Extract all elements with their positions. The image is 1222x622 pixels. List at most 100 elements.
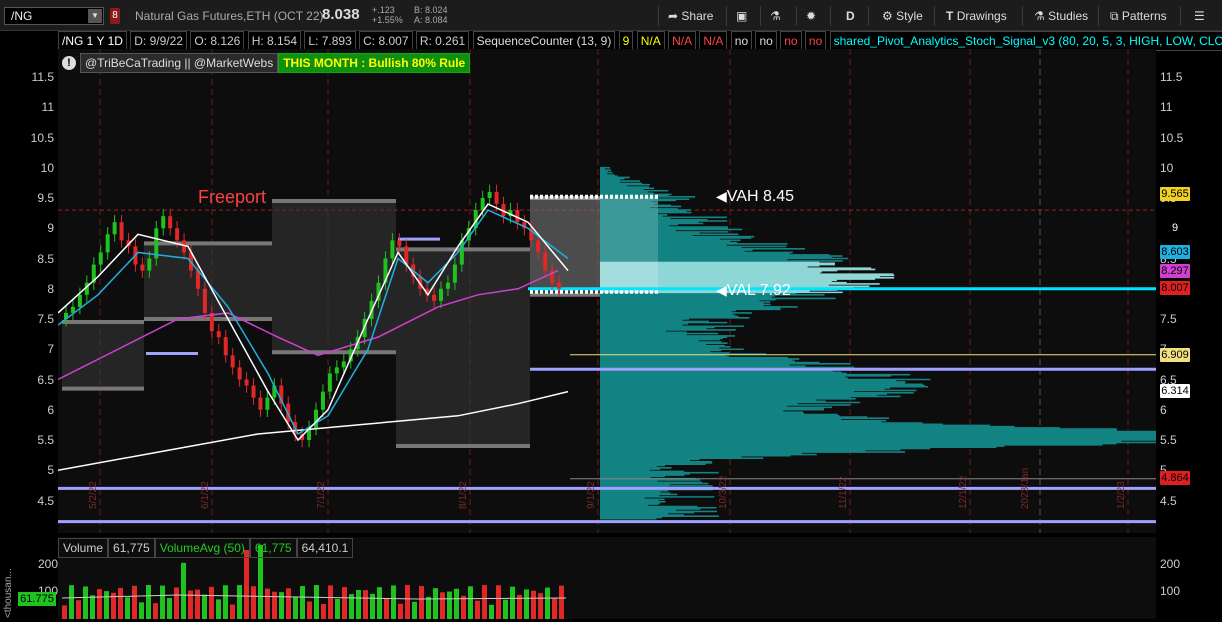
price-tag: 6.909 bbox=[1160, 348, 1190, 362]
high-value: H: 8.154 bbox=[248, 31, 301, 51]
vol-axis-200: 200 bbox=[1160, 557, 1180, 571]
close-value: C: 8.007 bbox=[359, 31, 412, 51]
link-icon[interactable]: 8 bbox=[110, 8, 120, 24]
volume-bar bbox=[426, 597, 431, 619]
date-label: 11/1/22 bbox=[838, 476, 849, 509]
volume-bar bbox=[482, 585, 487, 619]
sc-value-0: 9 bbox=[619, 31, 634, 51]
price-chart-area[interactable]: 5/2/22 6/1/22 7/1/22 8/1/22 9/1/22 10/3/22 11/… bbox=[58, 49, 1156, 533]
date-label: 6/1/22 bbox=[200, 481, 211, 509]
volume-bar bbox=[272, 592, 277, 619]
volume-bar bbox=[510, 587, 515, 619]
share-button[interactable]: ➦ Share bbox=[662, 4, 719, 28]
watermark: ! @TriBeCaTrading || @MarketWebs THIS MONT… bbox=[62, 53, 470, 71]
price-axis-left-tick: 7.5 bbox=[37, 312, 54, 326]
price-axis-left-tick: 11.5 bbox=[32, 70, 54, 84]
volume-bar bbox=[440, 592, 445, 619]
candle-body bbox=[481, 198, 485, 210]
candle-body bbox=[536, 240, 540, 252]
patterns-button[interactable]: ⧉ Patterns bbox=[1104, 4, 1173, 28]
style-button[interactable]: ⚙ Style bbox=[876, 4, 929, 28]
candle-body bbox=[328, 373, 332, 391]
freeport-annotation: Freeport bbox=[198, 187, 266, 208]
candle-body bbox=[161, 216, 165, 228]
volume-bar bbox=[328, 585, 333, 619]
drawings-icon: T bbox=[946, 9, 953, 23]
volume-bar bbox=[132, 586, 137, 619]
volume-bar bbox=[216, 599, 221, 619]
candle-body bbox=[335, 367, 339, 373]
price-axis-left: 11.5 11 10.5 10 9.5 9 8.5 8 7.5 7 6.5 6 5.5 5 4.5 bbox=[0, 49, 58, 533]
date-label: 5/2/22 bbox=[88, 481, 99, 509]
volume-bar bbox=[496, 585, 501, 619]
study-sequence-counter[interactable]: SequenceCounter (13, 9) bbox=[473, 31, 616, 51]
info-bar: /NG 1 Y 1D D: 9/9/22 O: 8.126 H: 8.154 L… bbox=[58, 31, 1222, 49]
month-range-box bbox=[272, 201, 396, 352]
price-axis-left-tick: 5 bbox=[47, 463, 54, 477]
price-axis-left-tick: 11 bbox=[42, 100, 54, 114]
candle-body bbox=[390, 240, 394, 258]
save-button[interactable]: ▣ bbox=[730, 4, 753, 28]
price-axis-tick: 11 bbox=[1160, 100, 1172, 114]
candle-body bbox=[245, 380, 249, 386]
price-axis-right[interactable]: 11.51110.5109.598.587.576.565.554.59.565… bbox=[1156, 49, 1222, 533]
drawings-button[interactable]: T Drawings bbox=[940, 4, 1013, 28]
candle-body bbox=[488, 192, 492, 198]
candle-body bbox=[439, 289, 443, 301]
volume-bar bbox=[202, 595, 207, 619]
date-value: D: 9/9/22 bbox=[130, 31, 187, 51]
volume-bar bbox=[531, 591, 536, 619]
flask-button[interactable]: ⚗ bbox=[764, 4, 787, 28]
alert-icon: ! bbox=[62, 56, 76, 70]
volume-bar bbox=[300, 586, 305, 619]
volume-bar bbox=[384, 599, 389, 619]
price-axis-left-tick: 6.5 bbox=[37, 373, 54, 387]
volume-bar bbox=[139, 602, 144, 619]
candle-body bbox=[147, 259, 151, 271]
price-axis-left-tick: 9 bbox=[47, 221, 54, 235]
volume-bar bbox=[398, 604, 403, 619]
date-label: 1/2/23 bbox=[1116, 481, 1127, 509]
flask-icon: ⚗ bbox=[770, 9, 781, 23]
study-pivot-analytics[interactable]: shared_Pivot_Analytics_Stoch_Signal_v3 (… bbox=[830, 31, 1222, 51]
volume-bar bbox=[545, 588, 550, 619]
menu-button[interactable]: ☰ bbox=[1188, 4, 1211, 28]
volume-bar bbox=[62, 605, 67, 619]
volume-bar bbox=[83, 587, 88, 619]
volume-bar bbox=[489, 605, 494, 619]
val-annotation: ◀VAL 7.92 bbox=[716, 282, 791, 300]
volume-bar bbox=[97, 589, 102, 619]
candle-body bbox=[252, 386, 256, 398]
volume-tag: 61.775 bbox=[18, 592, 56, 606]
candle-body bbox=[99, 252, 103, 264]
price-axis-tick: 11.5 bbox=[1160, 70, 1182, 84]
symbol-input[interactable]: /NG ▼ bbox=[4, 7, 104, 25]
volume-bar bbox=[314, 585, 319, 619]
gear-icon: ✹ bbox=[806, 9, 816, 23]
period-button[interactable]: D bbox=[840, 4, 861, 28]
volume-bar bbox=[454, 589, 459, 619]
volume-bar bbox=[251, 586, 256, 619]
candle-body bbox=[224, 337, 228, 355]
vol-axis-100: 100 bbox=[1160, 584, 1180, 598]
range-value: R: 0.261 bbox=[416, 31, 469, 51]
candle-body bbox=[175, 228, 179, 240]
settings-button[interactable]: ✹ bbox=[800, 4, 822, 28]
price-axis-left-tick: 8 bbox=[47, 282, 54, 296]
sc-value-7: no bbox=[805, 31, 826, 51]
chart-title: /NG 1 Y 1D bbox=[58, 31, 127, 51]
volume-avg-label: VolumeAvg (50) bbox=[155, 538, 250, 558]
instrument-description: Natural Gas Futures,ETH (OCT 22) bbox=[135, 9, 324, 23]
volume-bar bbox=[265, 589, 270, 619]
volume-bar bbox=[237, 585, 242, 619]
candle-body bbox=[453, 265, 457, 283]
handles-label: @TriBeCaTrading || @MarketWebs bbox=[80, 53, 278, 73]
candle-body bbox=[258, 398, 262, 410]
chevron-down-icon[interactable]: ▼ bbox=[88, 9, 102, 23]
price-tag: 8.007 bbox=[1160, 281, 1190, 295]
studies-button[interactable]: ⚗ Studies bbox=[1028, 4, 1094, 28]
studies-icon: ⚗ bbox=[1034, 9, 1045, 23]
volume-value: 61,775 bbox=[108, 538, 155, 558]
price-axis-left-tick: 7 bbox=[47, 342, 54, 356]
volume-bar bbox=[468, 586, 473, 619]
